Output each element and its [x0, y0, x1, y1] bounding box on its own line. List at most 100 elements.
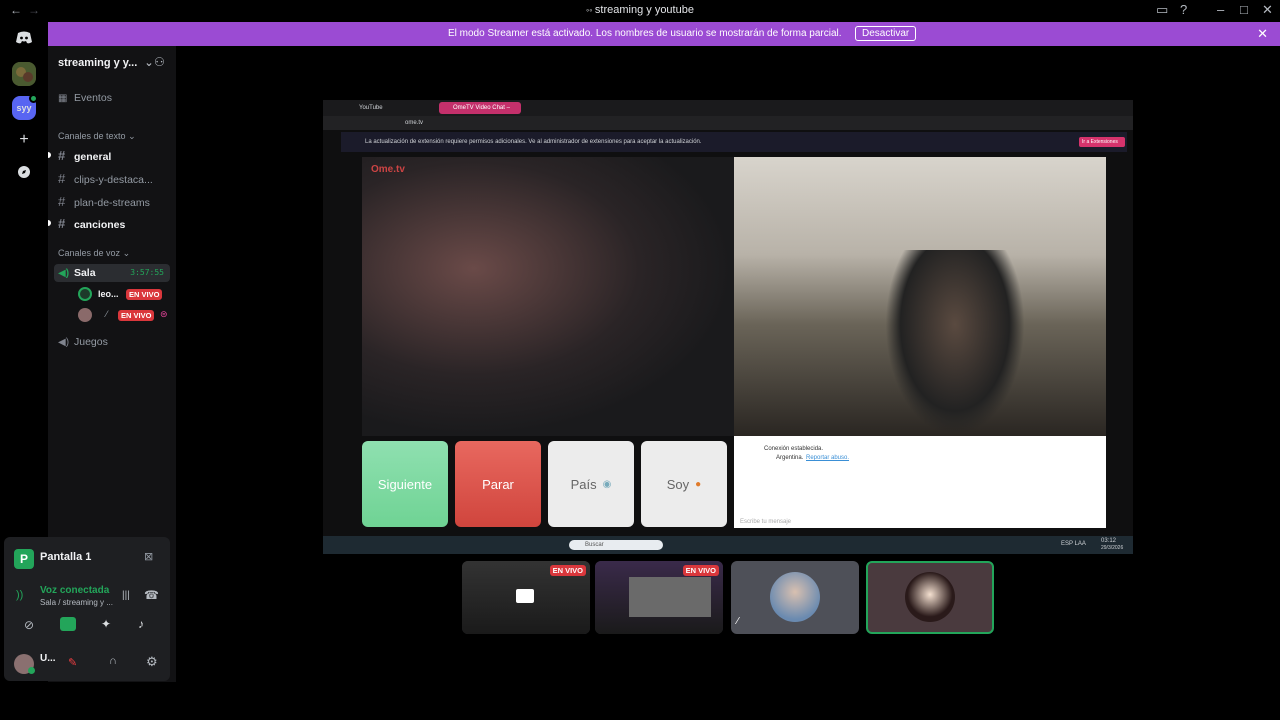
headphones-icon[interactable]: ∩	[109, 655, 117, 667]
channel-clips[interactable]: # clips-y-destaca...	[58, 171, 170, 186]
voice-channel-juegos[interactable]: ◀) Juegos	[58, 336, 170, 348]
soy-button: Soy ●	[641, 441, 727, 527]
live-badge: EN VIVO	[126, 289, 163, 300]
voice-user-name: leo...	[98, 289, 119, 299]
speaker-icon: ◀)	[58, 337, 70, 348]
user-name[interactable]: U...	[40, 653, 56, 664]
browser-tabbar: YouTube OmeTV Video Chat –	[323, 100, 1133, 116]
voice-active-badge	[29, 94, 38, 103]
pais-label: País	[570, 476, 597, 492]
voice-location[interactable]: Sala / streaming y ...	[40, 598, 113, 607]
maximize-icon[interactable]: □	[1240, 2, 1248, 17]
user-avatar	[78, 308, 92, 322]
streamer-figure	[885, 250, 1025, 436]
window-title-text: streaming y youtube	[594, 4, 694, 16]
chevron-down-icon: ⌄	[122, 248, 131, 258]
live-badge: EN VIVO	[118, 310, 155, 321]
participant-tile-user-1[interactable]: ⁄	[731, 561, 859, 634]
calendar-icon: ▦	[58, 93, 68, 104]
help-icon[interactable]: ?	[1180, 2, 1187, 17]
taskbar-search-box	[569, 540, 663, 550]
avatar-emoji-icon: ●	[695, 478, 702, 490]
chevron-down-icon: ⌄	[128, 131, 136, 141]
server-syy-label: syy	[16, 103, 32, 113]
server-name: streaming y y...	[58, 57, 138, 69]
server-header[interactable]: streaming y y... ⌄ ⚇	[58, 55, 168, 69]
muted-mic-icon: ⁄	[106, 309, 108, 319]
taskbar-date: 29/3/2026	[1101, 545, 1124, 551]
hash-icon: #	[58, 171, 66, 186]
discord-home-icon[interactable]	[12, 26, 36, 50]
voice-channels-category[interactable]: Canales de voz ⌄	[58, 248, 130, 259]
activities-icon[interactable]: ✦	[101, 617, 111, 631]
window-titlebar: ← → ◦◦ streaming y youtube ▭ ? – □ ✕	[0, 0, 1280, 22]
avatar	[905, 572, 955, 622]
gear-icon[interactable]: ⚙	[146, 654, 158, 670]
voice-category-label: Canales de voz	[58, 248, 121, 258]
chat-status: Conexión establecida.	[764, 446, 824, 452]
voice-status[interactable]: Voz conectada	[40, 585, 109, 596]
participant-tile-stream-1[interactable]: EN VIVO	[462, 561, 590, 634]
close-window-icon[interactable]: ✕	[1262, 2, 1273, 18]
screen-share-title: Pantalla 1	[40, 551, 92, 563]
discover-compass-icon[interactable]	[12, 160, 36, 184]
chat-report-link: Reportar abuso.	[806, 455, 850, 461]
mic-muted-icon[interactable]: ✎	[68, 656, 77, 669]
chat-input-placeholder: Escribe tu mensaje	[740, 519, 792, 525]
screen-share-active-icon[interactable]	[60, 617, 76, 631]
live-badge: EN VIVO	[549, 565, 586, 576]
taskbar-search: Buscar	[585, 542, 604, 548]
participant-tile-user-2[interactable]	[866, 561, 994, 634]
events-item[interactable]: ▦ Eventos	[58, 92, 170, 104]
screen-share-icon: P	[14, 549, 34, 569]
argentina-flag-icon: ◉	[602, 478, 612, 490]
chat-country: Argentina.	[776, 455, 804, 461]
disconnect-icon[interactable]: ☎	[144, 588, 159, 602]
notice-button: Ir a Extensiones	[1082, 139, 1118, 145]
chat-panel: Conexión establecida. Argentina. Reporta…	[734, 436, 1106, 528]
deactivate-button[interactable]: Desactivar	[855, 26, 917, 41]
voice-user-2[interactable]: ⁄ EN VIVO ⊜	[78, 308, 174, 322]
channel-canciones[interactable]: # canciones	[58, 216, 170, 231]
invite-people-icon[interactable]: ⚇	[154, 55, 165, 69]
channel-label: clips-y-destaca...	[74, 174, 153, 186]
add-server-icon[interactable]: +	[12, 128, 36, 152]
stranger-video-blurred	[362, 157, 734, 436]
voice-channel-sala[interactable]: ◀) Sala 3:57:55	[54, 264, 170, 282]
events-label: Eventos	[74, 92, 112, 104]
screen-icon	[516, 589, 534, 603]
activity-icon: ⊜	[160, 309, 168, 319]
server-avatar-icon[interactable]	[12, 62, 36, 86]
hash-icon: #	[58, 148, 66, 163]
hash-icon: #	[58, 194, 66, 209]
channel-plan-de-streams[interactable]: # plan-de-streams	[58, 194, 170, 209]
soundboard-icon[interactable]: ♪	[138, 617, 144, 631]
online-status-icon	[28, 667, 35, 674]
text-channels-category[interactable]: Canales de texto ⌄	[58, 131, 136, 142]
extension-notice-text: La actualización de extensión requiere p…	[365, 139, 702, 145]
stream-view[interactable]: YouTube OmeTV Video Chat – ome.tv La act…	[323, 100, 1133, 554]
streamer-mode-message: El modo Streamer está activado. Los nomb…	[448, 28, 842, 39]
camera-off-icon[interactable]: ⊘	[24, 618, 34, 632]
voice-channel-label: Juegos	[74, 336, 108, 348]
channel-general[interactable]: # general	[58, 148, 170, 163]
pais-button: País ◉	[548, 441, 634, 527]
taskbar-lang: ESP LAA	[1061, 541, 1086, 547]
ometv-logo: Ome.tv	[371, 164, 405, 175]
unread-indicator	[48, 152, 51, 158]
minimize-icon[interactable]: –	[1217, 2, 1224, 17]
voice-user-1[interactable]: leo... EN VIVO	[78, 287, 170, 301]
siguiente-button: Siguiente	[362, 441, 448, 527]
taskbar-time: 03:12	[1101, 538, 1117, 544]
text-category-label: Canales de texto	[58, 131, 126, 141]
channel-label: plan-de-streams	[74, 197, 150, 209]
participant-tile-stream-2[interactable]: EN VIVO	[595, 561, 723, 634]
browser-tab: YouTube	[359, 105, 383, 111]
stop-share-icon[interactable]: ⊠	[144, 550, 153, 563]
noise-suppression-icon[interactable]: |||	[122, 590, 130, 601]
inbox-icon[interactable]: ▭	[1156, 2, 1168, 18]
browser-toolbar: ome.tv	[323, 116, 1133, 130]
close-banner-icon[interactable]: ✕	[1257, 26, 1268, 42]
user-avatar	[78, 287, 92, 301]
parar-button: Parar	[455, 441, 541, 527]
